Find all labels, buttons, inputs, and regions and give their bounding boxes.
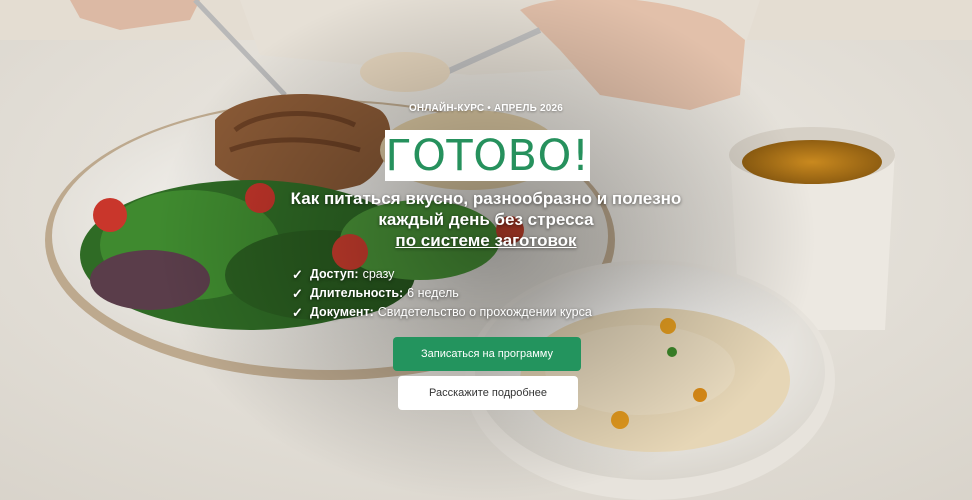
feature-list: ✓ Доступ: сразу ✓ Длительность: 6 недель… bbox=[292, 265, 652, 322]
page-title: ГОТОВО! bbox=[385, 130, 590, 181]
system-link[interactable]: по системе заготовок bbox=[395, 231, 576, 250]
check-icon: ✓ bbox=[292, 305, 303, 320]
feature-value: Свидетельство о прохождении курса bbox=[377, 305, 592, 319]
feature-label: Длительность: bbox=[310, 286, 404, 300]
feature-value: 6 недель bbox=[407, 286, 459, 300]
hero-subtitle: Как питаться вкусно, разнообразно и поле… bbox=[0, 188, 972, 251]
course-eyebrow: ОНЛАЙН-КУРС • АПРЕЛЬ 2026 bbox=[408, 103, 564, 114]
feature-access: ✓ Доступ: сразу bbox=[292, 265, 652, 284]
subtitle-line-2: каждый день без стресса bbox=[378, 210, 594, 229]
enroll-button[interactable]: Записаться на программу bbox=[393, 337, 581, 371]
feature-label: Доступ: bbox=[310, 267, 359, 281]
check-icon: ✓ bbox=[292, 286, 303, 301]
check-icon: ✓ bbox=[292, 267, 303, 282]
feature-label: Документ: bbox=[310, 305, 374, 319]
subtitle-line-1: Как питаться вкусно, разнообразно и поле… bbox=[290, 189, 682, 208]
hero-content: ОНЛАЙН-КУРС • АПРЕЛЬ 2026 ГОТОВО! Как пи… bbox=[0, 0, 972, 500]
learn-more-button[interactable]: Расскажите подробнее bbox=[398, 376, 578, 410]
title-box: ГОТОВО! bbox=[385, 130, 590, 181]
feature-document: ✓ Документ: Свидетельство о прохождении … bbox=[292, 303, 652, 322]
feature-duration: ✓ Длительность: 6 недель bbox=[292, 284, 652, 303]
feature-value: сразу bbox=[362, 267, 395, 281]
